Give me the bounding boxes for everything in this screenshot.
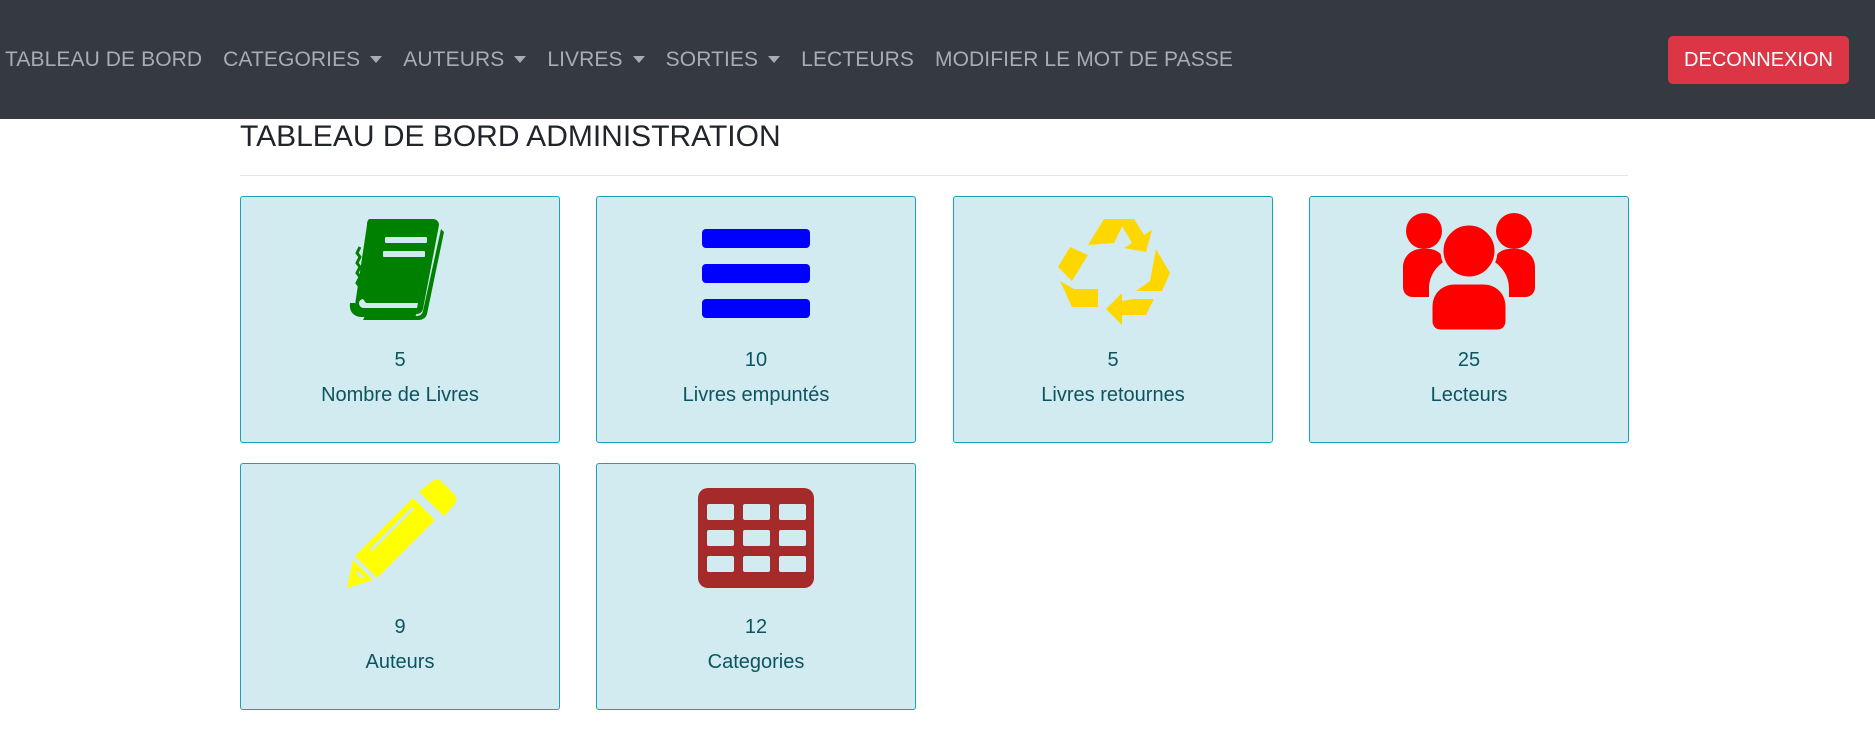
nav-item-label: AUTEURS — [403, 47, 505, 71]
card-lecteurs[interactable]: 25 Lecteurs — [1309, 196, 1629, 443]
caret-down-icon — [632, 56, 645, 63]
card-label: Nombre de Livres — [321, 384, 479, 406]
card-nombre-livres[interactable]: 5 Nombre de Livres — [240, 196, 560, 443]
nav-item-auteurs[interactable]: AUTEURS — [403, 47, 527, 72]
nav-item-modifier-mot-de-passe[interactable]: MODIFIER LE MOT DE PASSE — [935, 48, 1233, 72]
nav-item-label: CATEGORIES — [223, 47, 361, 71]
card-count: 5 — [1107, 349, 1119, 371]
page-title: TABLEAU DE BORD ADMINISTRATION — [240, 120, 781, 153]
card-label: Livres empuntés — [682, 384, 830, 406]
card-count: 10 — [744, 349, 768, 371]
card-label: Livres retournes — [1041, 384, 1185, 406]
card-count: 9 — [394, 616, 406, 638]
nav-item-label: SORTIES — [665, 47, 759, 71]
table-icon — [597, 474, 915, 592]
nav-menu: TABLEAU DE BORD CATEGORIES AUTEURS LIVRE… — [0, 0, 1254, 119]
caret-down-icon — [370, 56, 383, 63]
card-auteurs[interactable]: 9 Auteurs — [240, 463, 560, 710]
nav-item-lecteurs[interactable]: LECTEURS — [801, 48, 914, 72]
book-icon — [241, 207, 559, 325]
divider — [240, 175, 1628, 176]
nav-item-label: MODIFIER LE MOT DE PASSE — [935, 47, 1234, 71]
nav-item-livres[interactable]: LIVRES — [547, 47, 645, 72]
card-count: 25 — [1457, 349, 1481, 371]
caret-down-icon — [514, 56, 527, 63]
card-label: Categories — [707, 651, 805, 673]
nav-item-label: LECTEURS — [801, 47, 914, 71]
users-icon — [1310, 207, 1628, 333]
recycle-icon — [954, 207, 1272, 325]
nav-item-label: TABLEAU DE BORD — [5, 47, 203, 71]
card-label: Auteurs — [365, 651, 435, 673]
nav-item-tableau-de-bord[interactable]: TABLEAU DE BORD — [5, 48, 202, 72]
card-livres-retournes[interactable]: 5 Livres retournes — [953, 196, 1273, 443]
nav-item-categories[interactable]: CATEGORIES — [223, 47, 383, 72]
nav-item-sorties[interactable]: SORTIES — [666, 48, 781, 72]
card-label: Lecteurs — [1430, 384, 1508, 406]
card-count: 5 — [394, 349, 406, 371]
bars-icon — [597, 207, 915, 325]
pencil-icon — [241, 474, 559, 592]
card-count: 12 — [744, 616, 768, 638]
card-categories[interactable]: 12 Categories — [596, 463, 916, 710]
card-livres-empruntes[interactable]: 10 Livres empuntés — [596, 196, 916, 443]
top-navbar: TABLEAU DE BORD CATEGORIES AUTEURS LIVRE… — [0, 0, 1875, 119]
logout-button[interactable]: DECONNEXION — [1668, 36, 1849, 84]
caret-down-icon — [768, 56, 781, 63]
nav-item-label: LIVRES — [547, 47, 623, 71]
